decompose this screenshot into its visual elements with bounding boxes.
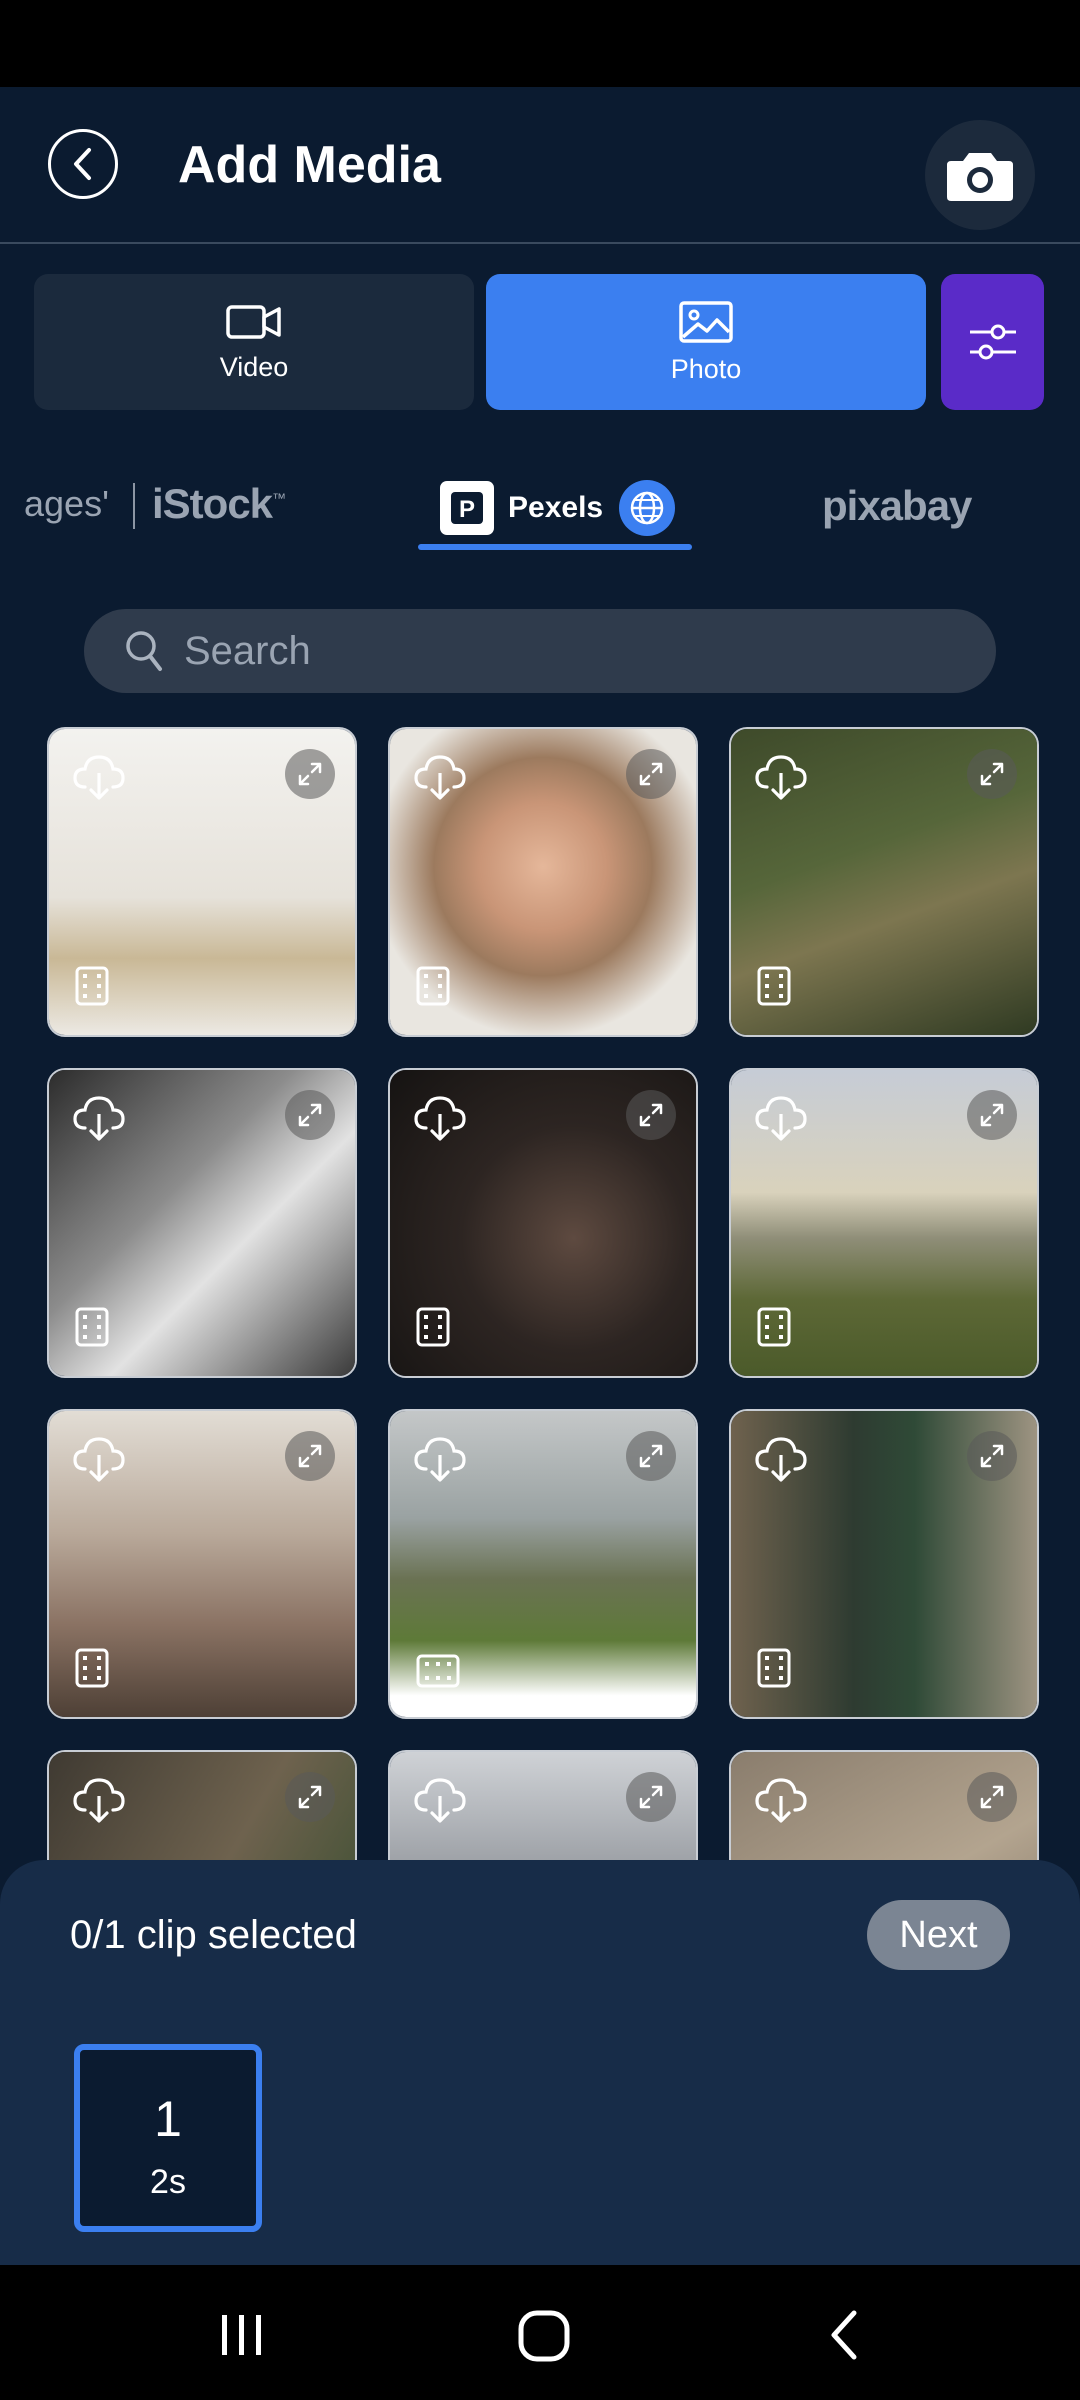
- tab-video[interactable]: Video: [34, 274, 474, 410]
- portrait-frame-icon: [416, 1307, 450, 1352]
- header: Add Media: [0, 87, 1080, 244]
- clip-number: 1: [154, 2091, 182, 2147]
- landscape-frame-icon: [416, 1654, 460, 1693]
- status-bar: [0, 0, 1080, 87]
- photo-tile[interactable]: [388, 1068, 698, 1378]
- photo-tile[interactable]: [47, 1068, 357, 1378]
- cloud-download-icon[interactable]: [71, 751, 127, 808]
- provider-istock-tab[interactable]: iStock™: [152, 480, 286, 528]
- selection-count: 0/1 clip selected: [70, 1913, 357, 1957]
- portrait-frame-icon: [757, 966, 791, 1011]
- back-button[interactable]: [48, 129, 118, 199]
- filter-button[interactable]: [941, 274, 1044, 410]
- expand-icon[interactable]: [285, 1431, 335, 1481]
- sliders-icon: [969, 324, 1016, 360]
- portrait-frame-icon: [75, 1648, 109, 1693]
- expand-icon[interactable]: [285, 1772, 335, 1822]
- cloud-download-icon[interactable]: [753, 751, 809, 808]
- pexels-logo-letter: P: [459, 496, 475, 523]
- back-nav-icon[interactable]: [826, 2309, 862, 2361]
- photo-tile[interactable]: [47, 1409, 357, 1719]
- photo-tile[interactable]: [388, 727, 698, 1037]
- cloud-download-icon[interactable]: [412, 1433, 468, 1490]
- expand-icon[interactable]: [967, 1090, 1017, 1140]
- photo-tile[interactable]: [729, 1409, 1039, 1719]
- provider-tabs: ages' iStock™ P Pexels pixabay: [0, 460, 1080, 560]
- provider-pixabay-tab[interactable]: pixabay: [822, 482, 972, 530]
- provider-selected-indicator: [418, 544, 692, 550]
- portrait-frame-icon: [757, 1307, 791, 1352]
- photo-tile[interactable]: [388, 1750, 698, 1860]
- provider-divider: [133, 483, 135, 529]
- istock-label: iStock: [152, 480, 273, 527]
- photo-grid: [0, 725, 1080, 1860]
- expand-icon[interactable]: [967, 749, 1017, 799]
- camera-icon: [947, 153, 1013, 201]
- expand-icon[interactable]: [285, 749, 335, 799]
- expand-icon[interactable]: [626, 1090, 676, 1140]
- expand-icon[interactable]: [626, 1772, 676, 1822]
- pexels-label: Pexels: [508, 491, 604, 524]
- expand-icon[interactable]: [626, 749, 676, 799]
- photo-tile[interactable]: [729, 727, 1039, 1037]
- cloud-download-icon[interactable]: [753, 1774, 809, 1831]
- search-icon: [124, 629, 164, 673]
- system-nav-bar: [0, 2265, 1080, 2400]
- cloud-download-icon[interactable]: [71, 1433, 127, 1490]
- portrait-frame-icon: [75, 966, 109, 1011]
- photo-tile[interactable]: [729, 1750, 1039, 1860]
- expand-icon[interactable]: [967, 1772, 1017, 1822]
- photo-tile[interactable]: [729, 1068, 1039, 1378]
- tab-photo-label: Photo: [670, 353, 742, 384]
- next-button[interactable]: Next: [867, 1900, 1010, 1970]
- clip-duration: 2s: [150, 2163, 186, 2201]
- camera-button[interactable]: [925, 120, 1035, 230]
- cloud-download-icon[interactable]: [71, 1774, 127, 1831]
- image-icon: [679, 300, 733, 343]
- photo-tile[interactable]: [47, 1750, 357, 1860]
- expand-icon[interactable]: [967, 1431, 1017, 1481]
- cloud-download-icon[interactable]: [412, 1774, 468, 1831]
- portrait-frame-icon: [75, 1307, 109, 1352]
- search-bar[interactable]: Search: [84, 609, 996, 693]
- provider-pexels-tab[interactable]: P Pexels: [440, 480, 676, 536]
- cloud-download-icon[interactable]: [71, 1092, 127, 1149]
- portrait-frame-icon: [757, 1648, 791, 1693]
- photo-tile[interactable]: [47, 727, 357, 1037]
- provider-images-tab[interactable]: ages': [24, 483, 109, 525]
- tab-photo[interactable]: Photo: [486, 274, 926, 410]
- page-title: Add Media: [178, 136, 441, 194]
- cloud-download-icon[interactable]: [753, 1092, 809, 1149]
- recents-icon[interactable]: [216, 2313, 268, 2357]
- pexels-logo: P: [440, 481, 494, 535]
- search-input[interactable]: Search: [184, 629, 311, 674]
- tab-video-label: Video: [219, 351, 289, 382]
- expand-icon[interactable]: [626, 1431, 676, 1481]
- globe-icon: [619, 480, 676, 536]
- cloud-download-icon[interactable]: [412, 751, 468, 808]
- home-icon[interactable]: [518, 2310, 570, 2362]
- expand-icon[interactable]: [285, 1090, 335, 1140]
- cloud-download-icon[interactable]: [753, 1433, 809, 1490]
- selection-panel: 0/1 clip selected Next 1 2s: [0, 1860, 1080, 2265]
- clip-slot[interactable]: 1 2s: [74, 2044, 262, 2232]
- photo-tile[interactable]: [388, 1409, 698, 1719]
- chevron-left-icon: [74, 148, 91, 180]
- cloud-download-icon[interactable]: [412, 1092, 468, 1149]
- istock-trademark: ™: [272, 490, 286, 506]
- portrait-frame-icon: [416, 966, 450, 1011]
- video-camera-icon: [226, 304, 281, 339]
